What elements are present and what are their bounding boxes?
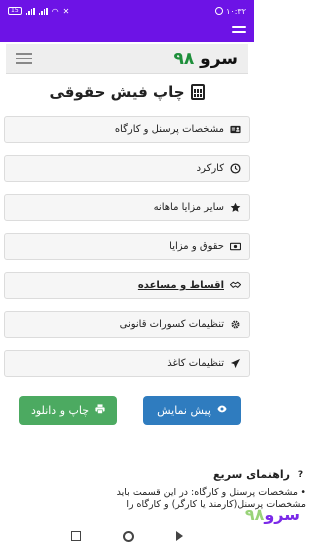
menu-item-label: اقساط و مساعده xyxy=(137,280,224,291)
send-icon xyxy=(230,358,241,369)
battery-icon: 15 xyxy=(8,7,22,15)
signal-icon-2 xyxy=(38,7,48,15)
floating-brand-name: سرو xyxy=(264,505,300,524)
star-icon xyxy=(230,202,241,213)
money-icon xyxy=(230,241,241,252)
menu-item-other-benefits[interactable]: سایر مزایا ماهانه xyxy=(4,194,250,221)
home-icon[interactable] xyxy=(123,530,134,542)
status-bar: 15 ◠ ✕ ۱۰:۳۲ xyxy=(0,0,254,22)
menu-item-paper-settings[interactable]: تنظیمات کاغذ xyxy=(4,350,250,377)
printer-icon xyxy=(95,404,105,417)
menu-item-label: حقوق و مزایا xyxy=(169,241,224,252)
quick-guide-title: ? راهنمای سریع xyxy=(213,468,306,481)
menu-item-installments[interactable]: اقساط و مساعده xyxy=(4,272,250,299)
gear-icon xyxy=(230,319,241,330)
page-title-text: چاپ فیش حقوقی xyxy=(49,83,185,101)
wifi-icon: ◠ xyxy=(51,6,59,16)
menu-icon[interactable] xyxy=(232,26,246,38)
id-card-icon xyxy=(230,124,241,135)
signal-icon xyxy=(25,7,35,15)
calculator-icon xyxy=(190,84,205,100)
page-title: چاپ فیش حقوقی xyxy=(0,80,254,104)
menu-item-label: کارکرد xyxy=(196,163,224,174)
brand-number: ۹۸ xyxy=(173,48,195,69)
menu-item-label: تنظیمات کسورات قانونی xyxy=(119,319,224,330)
recent-apps-icon[interactable] xyxy=(71,531,81,541)
preview-label: پیش نمایش xyxy=(157,404,211,417)
brand-name: سرو xyxy=(200,48,238,69)
clock-icon xyxy=(230,163,241,174)
status-left: 15 ◠ ✕ xyxy=(8,7,69,16)
menu-item-personnel[interactable]: مشخصات پرسنل و کارگاه xyxy=(4,116,250,143)
app-toolbar xyxy=(0,22,254,42)
brand-logo[interactable]: سرو ۹۸ xyxy=(173,49,238,69)
menu-item-work[interactable]: کارکرد xyxy=(4,155,250,182)
eye-icon xyxy=(217,404,227,417)
print-download-button[interactable]: چاپ و دانلود xyxy=(19,396,117,425)
muted-icon: ✕ xyxy=(62,6,70,16)
menu-item-salary[interactable]: حقوق و مزایا xyxy=(4,233,250,260)
status-right: ۱۰:۳۲ xyxy=(215,7,246,16)
back-icon[interactable] xyxy=(176,531,183,541)
question-icon: ? xyxy=(297,469,304,480)
bullet-icon: • xyxy=(300,487,306,498)
battery-level: 15 xyxy=(11,7,19,14)
preview-button[interactable]: پیش نمایش xyxy=(143,396,241,425)
print-label: چاپ و دانلود xyxy=(30,404,90,417)
menu-item-label: مشخصات پرسنل و کارگاه xyxy=(114,124,224,135)
hamburger-icon[interactable] xyxy=(16,50,32,67)
menu-item-deductions[interactable]: تنظیمات کسورات قانونی xyxy=(4,311,250,338)
menu-item-label: سایر مزایا ماهانه xyxy=(153,202,224,213)
handshake-icon xyxy=(230,280,241,291)
alarm-icon xyxy=(215,7,224,15)
quick-guide-title-text: راهنمای سریع xyxy=(213,468,290,481)
menu-item-label: تنظیمات کاغذ xyxy=(167,358,224,369)
top-nav: سرو ۹۸ xyxy=(6,44,248,74)
system-nav-bar xyxy=(0,522,254,550)
status-time: ۱۰:۳۲ xyxy=(226,6,246,16)
